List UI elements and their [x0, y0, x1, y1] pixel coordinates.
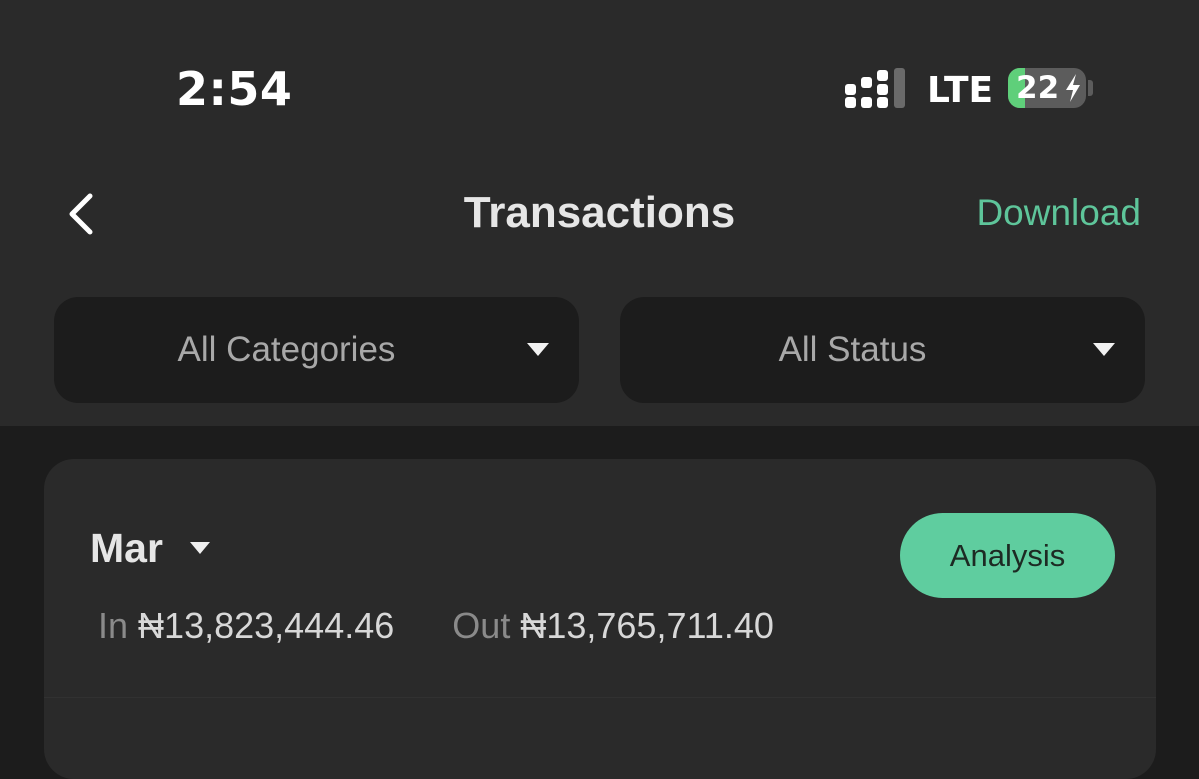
lightning-bolt-icon: [1066, 74, 1080, 102]
battery-icon: 22: [1008, 68, 1086, 108]
battery-tip: [1088, 80, 1093, 96]
caret-down-icon[interactable]: [190, 542, 210, 554]
out-label: Out: [452, 605, 511, 646]
category-filter-dropdown[interactable]: All Categories: [54, 297, 579, 403]
out-amount: ₦13,765,711.40: [520, 605, 774, 646]
download-button[interactable]: Download: [976, 192, 1141, 234]
month-summary-card: Mar In ₦13,823,444.46 Out ₦13,765,711.40…: [44, 459, 1156, 779]
month-selector[interactable]: Mar: [90, 525, 163, 572]
in-out-summary: In ₦13,823,444.46 Out ₦13,765,711.40: [98, 605, 774, 647]
in-amount: ₦13,823,444.46: [138, 605, 395, 646]
category-filter-label: All Categories: [177, 330, 396, 369]
status-filter-dropdown[interactable]: All Status: [620, 297, 1145, 403]
cellular-signal-icon: [845, 66, 907, 108]
analysis-button[interactable]: Analysis: [900, 513, 1115, 598]
status-filter-label: All Status: [778, 330, 927, 369]
caret-down-icon: [1093, 343, 1115, 356]
caret-down-icon: [527, 343, 549, 356]
divider: [44, 697, 1156, 698]
header: 2:54 LTE 22 Transactions Download All Ca…: [0, 0, 1199, 426]
in-label: In: [98, 605, 129, 646]
battery-level: 22: [1016, 70, 1060, 106]
status-time: 2:54: [176, 62, 293, 116]
network-type: LTE: [927, 70, 994, 111]
